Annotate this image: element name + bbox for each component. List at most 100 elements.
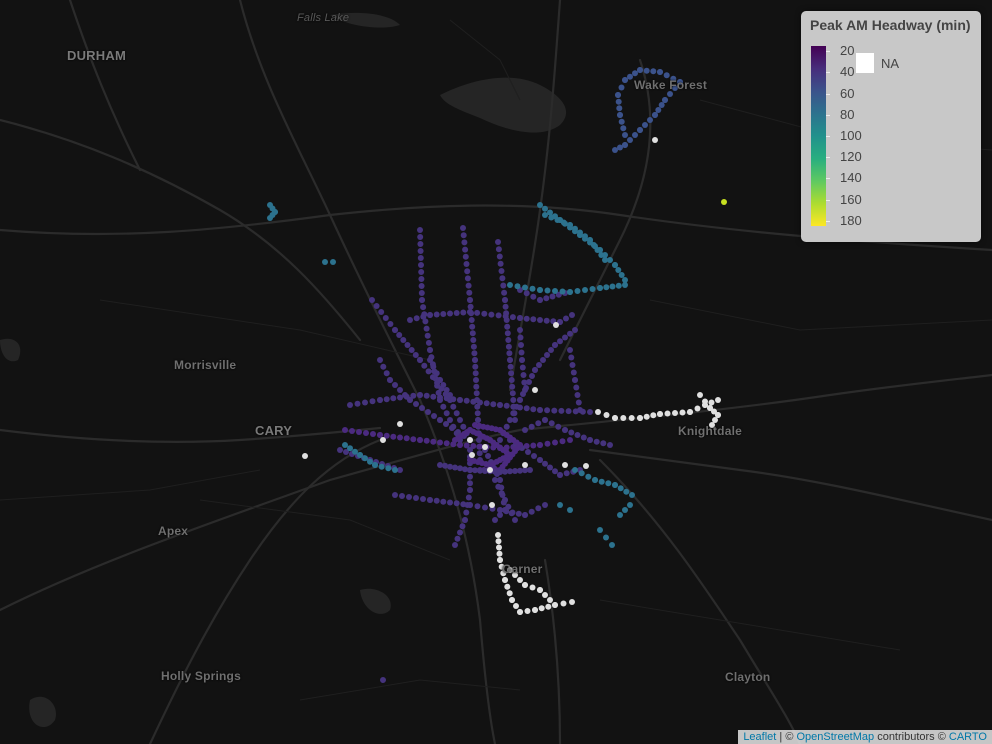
stop-point bbox=[569, 599, 575, 605]
stop-point bbox=[392, 467, 398, 473]
stop-point bbox=[302, 453, 308, 459]
stop-point bbox=[587, 409, 593, 415]
stop-point bbox=[557, 502, 563, 508]
stop-point bbox=[502, 303, 509, 310]
stop-point bbox=[503, 402, 510, 409]
stop-point bbox=[618, 118, 625, 125]
stop-point bbox=[420, 304, 427, 311]
stop-point bbox=[469, 323, 476, 330]
stop-point bbox=[390, 395, 397, 402]
stop-point bbox=[622, 132, 628, 138]
stop-point bbox=[597, 285, 603, 291]
stop-point bbox=[385, 465, 392, 472]
stop-point bbox=[410, 392, 417, 399]
stop-point bbox=[412, 352, 419, 358]
stop-point bbox=[509, 390, 516, 397]
stop-point bbox=[497, 260, 504, 267]
stop-point bbox=[509, 314, 516, 321]
carto-link[interactable]: CARTO bbox=[949, 731, 987, 743]
stop-point bbox=[497, 402, 503, 408]
stop-point bbox=[522, 387, 528, 393]
stop-point bbox=[515, 510, 522, 517]
stop-point bbox=[562, 334, 568, 341]
stop-point bbox=[530, 293, 537, 300]
stop-point bbox=[418, 283, 425, 289]
openstreetmap-link[interactable]: OpenStreetMap bbox=[796, 731, 874, 743]
stop-point bbox=[552, 602, 558, 608]
stop-point bbox=[658, 102, 665, 108]
stop-point bbox=[517, 334, 524, 341]
stop-point bbox=[496, 253, 503, 260]
stop-point bbox=[603, 534, 609, 541]
stop-point bbox=[598, 252, 605, 258]
stop-point bbox=[592, 477, 598, 483]
stop-point bbox=[522, 462, 528, 468]
stop-point bbox=[490, 401, 497, 408]
stop-point bbox=[380, 363, 387, 370]
stop-point bbox=[397, 387, 403, 393]
stop-point bbox=[715, 412, 721, 418]
stop-point bbox=[408, 347, 415, 353]
stop-point bbox=[529, 373, 535, 379]
stop-point bbox=[712, 417, 718, 423]
stop-point bbox=[425, 339, 432, 346]
stop-point bbox=[502, 577, 508, 583]
stop-point bbox=[461, 239, 468, 246]
stop-point bbox=[460, 225, 466, 231]
stop-point bbox=[617, 512, 623, 518]
stop-point bbox=[497, 512, 503, 518]
stop-point bbox=[567, 347, 573, 353]
stop-point bbox=[523, 290, 530, 297]
place-label-cary: CARY bbox=[255, 423, 293, 438]
stop-point bbox=[652, 112, 658, 118]
stop-point bbox=[517, 577, 523, 583]
stop-point bbox=[378, 309, 385, 315]
stop-point bbox=[267, 215, 273, 221]
stop-point bbox=[447, 499, 453, 506]
stop-point bbox=[597, 527, 603, 533]
stop-point bbox=[558, 407, 565, 414]
stop-point bbox=[560, 219, 567, 226]
stop-point bbox=[382, 315, 389, 321]
stop-point bbox=[430, 393, 437, 400]
stop-point bbox=[615, 98, 622, 105]
leaflet-link[interactable]: Leaflet bbox=[743, 731, 776, 743]
stop-point bbox=[577, 407, 583, 413]
stop-point bbox=[615, 282, 622, 289]
stop-point bbox=[575, 399, 582, 406]
stop-point bbox=[474, 309, 481, 316]
stop-point bbox=[453, 310, 460, 316]
stop-point bbox=[522, 582, 528, 588]
map[interactable]: DURHAM Falls Lake Wake Forest Morrisvill… bbox=[0, 0, 992, 744]
stop-point bbox=[609, 283, 616, 290]
stop-point bbox=[342, 442, 348, 448]
stop-point bbox=[715, 397, 721, 403]
stop-point bbox=[572, 377, 578, 383]
stop-point bbox=[537, 587, 543, 593]
stop-point bbox=[694, 405, 701, 412]
stop-point bbox=[473, 377, 479, 383]
stop-point bbox=[457, 465, 463, 472]
stop-point bbox=[419, 405, 425, 411]
stop-point bbox=[495, 246, 502, 253]
stop-point bbox=[378, 463, 385, 470]
stop-point bbox=[362, 399, 368, 406]
stop-point bbox=[612, 147, 618, 153]
stop-point bbox=[503, 423, 510, 430]
legend-tick-label: 140 bbox=[840, 170, 862, 186]
stop-point bbox=[471, 350, 478, 357]
stop-point bbox=[403, 393, 410, 400]
stop-point bbox=[467, 297, 473, 303]
stop-point bbox=[538, 605, 545, 612]
stop-point bbox=[392, 327, 398, 333]
stop-point bbox=[574, 288, 581, 294]
stop-point bbox=[578, 470, 585, 477]
stop-point bbox=[553, 322, 559, 328]
stop-point bbox=[396, 332, 403, 338]
stop-point bbox=[507, 282, 513, 288]
stop-point bbox=[532, 367, 538, 373]
stop-point bbox=[612, 262, 618, 268]
stop-point bbox=[657, 411, 663, 417]
stop-point bbox=[551, 407, 558, 414]
stop-point bbox=[609, 542, 615, 548]
